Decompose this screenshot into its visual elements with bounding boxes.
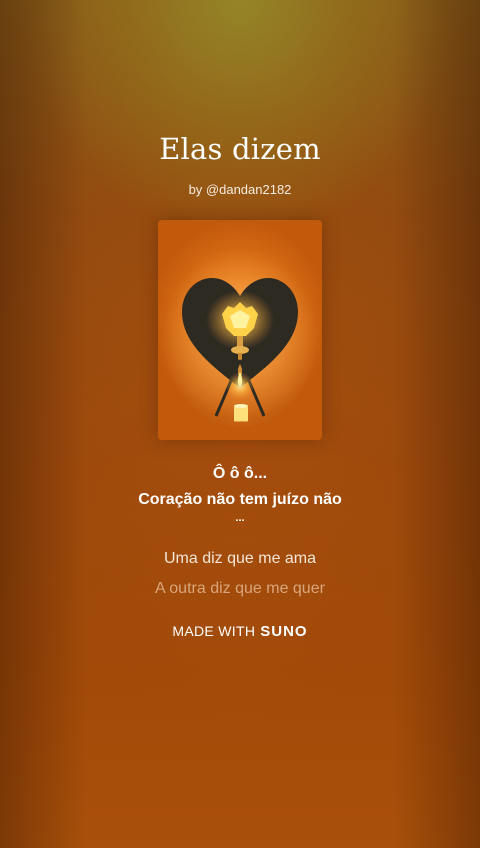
current-lyrics: Ô ô ô... Coração não tem juízo não ...	[0, 463, 480, 524]
heart-candle-artwork-icon	[162, 248, 318, 428]
lyric-line: ...	[235, 512, 245, 524]
lyric-line: Coração não tem juízo não	[138, 491, 342, 508]
song-author: by @dandan2182	[188, 182, 292, 197]
made-with-label: MADE WITH	[172, 623, 256, 639]
suno-logo: SUNO	[260, 623, 308, 640]
album-artwork	[158, 220, 322, 440]
next-lyric: Uma diz que me ama	[163, 550, 317, 567]
song-title: Elas dizem	[159, 132, 321, 166]
lyric-line: Ô ô ô...	[212, 465, 268, 482]
upcoming-lyric: A outra diz que me quer	[155, 580, 325, 597]
made-with-suno-badge: MADE WITH SUNO	[0, 623, 480, 640]
